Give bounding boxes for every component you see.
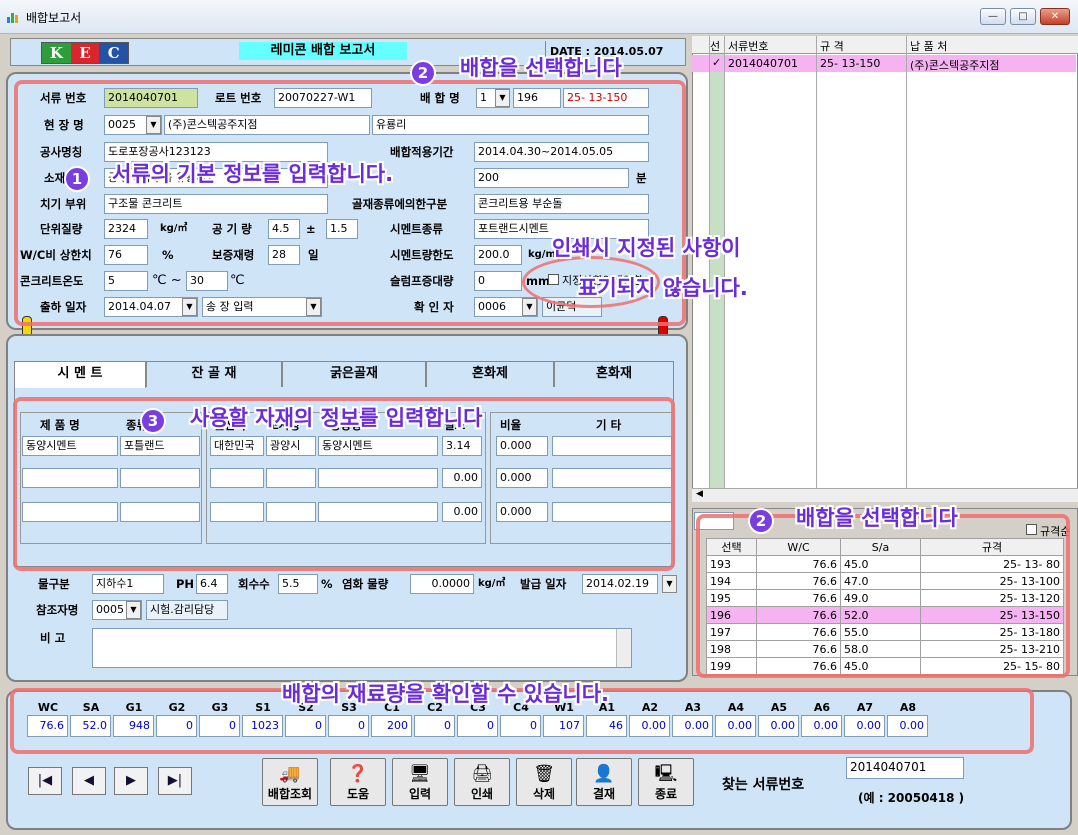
doc-list-hscroll[interactable]: ◀: [692, 488, 1078, 502]
document-list: [692, 36, 1078, 502]
search-doc-field[interactable]: 2014040701: [846, 757, 964, 779]
report-title: 레미콘 배합 보고서: [239, 42, 407, 60]
annotation-basic-info: 서류의 기본 정보를 입력합니다.: [112, 162, 394, 186]
help-icon: ❓: [347, 764, 369, 784]
doc-col-spec: 규 격: [820, 40, 844, 53]
check-icon: ✓: [712, 56, 722, 69]
doc-check-column: [710, 52, 724, 490]
exit-button[interactable]: 🖳 종료: [638, 758, 694, 806]
reference-name-field[interactable]: 시험.감리담당: [146, 600, 228, 620]
salt-unit: kg/㎥: [478, 578, 506, 589]
doc-col-no: 서류번호: [728, 40, 769, 53]
remark-label: 비 고: [40, 631, 66, 645]
next-record-button[interactable]: ▶: [114, 767, 148, 795]
annotation-print-1: 인쇄시 지정된 사항이: [552, 236, 741, 260]
recovered-water-label: 회수수: [238, 577, 270, 591]
search-example: (예 : 20050418 ): [858, 791, 965, 805]
chevron-down-icon[interactable]: ▼: [126, 601, 141, 619]
recovered-water-field[interactable]: 5.5: [278, 574, 318, 594]
input-button[interactable]: 🖥 입력: [392, 758, 448, 806]
last-record-button[interactable]: ▶|: [158, 767, 192, 795]
reference-label: 참조자명: [36, 603, 79, 617]
step-badge-2: 2: [410, 60, 436, 86]
doc-col-dest: 납 품 처: [910, 40, 948, 53]
printer-icon: 🖨: [471, 764, 493, 784]
trash-icon: 🗑: [533, 764, 555, 784]
ph-field[interactable]: 6.4: [196, 574, 228, 594]
chart-app-icon: [7, 13, 18, 23]
step-badge-1: 1: [64, 166, 90, 192]
water-type-label: 물구분: [38, 577, 70, 591]
exit-icon: 🖳: [654, 764, 678, 784]
highlight-mix-list: [696, 514, 1070, 678]
tab-coarse-aggregate[interactable]: 굵은골재: [282, 361, 426, 387]
annotation-material: 사용할 자재의 정보를 입력합니다: [190, 406, 483, 430]
window-title: 배합보고서: [26, 11, 82, 25]
search-label: 찾는 서류번호: [722, 777, 805, 793]
annotation-select-mix-bottom: 배합을 선택합니다: [796, 506, 958, 530]
doc-row-selected[interactable]: ✓ 2014040701 25- 13-150 (주)콘스텍공주지점: [692, 55, 1076, 72]
doc-row-dest: (주)콘스텍공주지점: [910, 59, 1000, 72]
recovered-unit: %: [321, 577, 333, 591]
monitor-icon: 🖥: [409, 764, 431, 784]
issue-date-field[interactable]: 2014.02.19: [582, 574, 658, 594]
prev-record-button[interactable]: ◀: [72, 767, 106, 795]
salt-field[interactable]: 0.0000: [410, 574, 474, 594]
mix-lookup-button[interactable]: 🚚 배합조회: [262, 758, 318, 806]
tab-admixture-material[interactable]: 혼화재: [554, 361, 674, 387]
close-button[interactable]: ✕: [1040, 8, 1070, 25]
approve-button[interactable]: 👤 결재: [576, 758, 632, 806]
remark-textarea[interactable]: [92, 628, 632, 668]
annotation-print-2: 표기되지 않습니다.: [578, 276, 748, 300]
remark-scrollbar[interactable]: [616, 629, 631, 667]
annotation-materials: 배합의 재료량을 확인할 수 있습니다.: [282, 682, 610, 706]
tab-fine-aggregate[interactable]: 잔 골 재: [146, 361, 282, 387]
doc-row-no: 2014040701: [728, 57, 798, 70]
delete-button[interactable]: 🗑 삭제: [516, 758, 572, 806]
chevron-down-icon[interactable]: ▼: [662, 575, 677, 593]
truck-icon: 🚚: [279, 764, 301, 784]
kec-logo: K E C: [41, 42, 129, 64]
tab-cement[interactable]: 시 멘 트: [14, 361, 146, 388]
title-bar: 배합보고서 — □ ✕: [0, 0, 1078, 34]
print-button[interactable]: 🖨 인쇄: [454, 758, 510, 806]
maximize-button[interactable]: □: [1010, 8, 1036, 25]
issue-date-label: 발급 일자: [520, 577, 567, 591]
first-record-button[interactable]: |◀: [28, 767, 62, 795]
doc-row-spec: 25- 13-150: [820, 57, 881, 70]
salt-label: 염화 물량: [342, 577, 389, 591]
step-badge-3: 3: [140, 408, 166, 434]
doc-col-check: 선: [710, 40, 721, 53]
minimize-button[interactable]: —: [980, 8, 1006, 25]
tab-admixture[interactable]: 혼화제: [426, 361, 554, 387]
step-badge-2b: 2: [748, 508, 774, 534]
material-tabs: 시 멘 트 잔 골 재 굵은골재 혼화제 혼화재: [14, 361, 674, 388]
water-type-field[interactable]: 지하수1: [92, 574, 164, 594]
help-button[interactable]: ❓ 도움: [330, 758, 386, 806]
doc-list-header: 선 서류번호 규 격 납 품 처: [692, 36, 1078, 54]
ph-label: PH: [176, 577, 195, 591]
person-icon: 👤: [593, 764, 615, 784]
annotation-select-mix-top: 배합을 선택합니다: [460, 56, 622, 80]
